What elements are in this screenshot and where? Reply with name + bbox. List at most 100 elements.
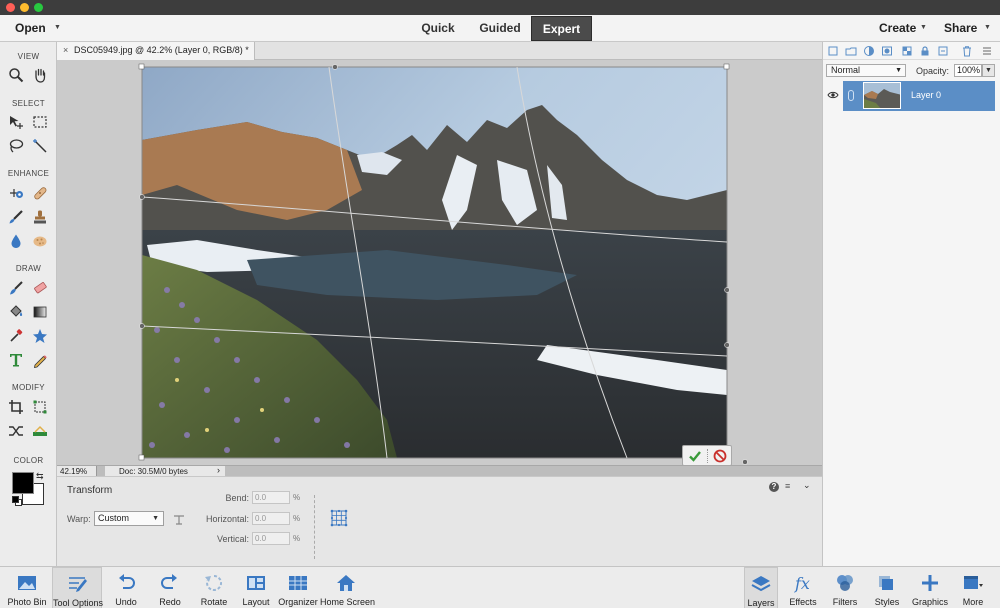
share-button[interactable]: Share: [944, 21, 977, 35]
section-label-color: COLOR: [13, 456, 44, 465]
default-colors-icon[interactable]: [12, 496, 19, 503]
blend-mode-select[interactable]: Normal ▼: [826, 64, 906, 77]
layout-button[interactable]: Layout: [238, 567, 274, 608]
open-button[interactable]: Open: [15, 21, 46, 35]
sponge-tool[interactable]: [30, 231, 50, 251]
opacity-label: Opacity:: [916, 66, 950, 76]
landscape-photo: [142, 67, 727, 458]
zoom-window-button[interactable]: [34, 3, 43, 12]
smart-brush-tool[interactable]: [6, 207, 26, 227]
undo-button[interactable]: Undo: [106, 567, 146, 608]
eraser-tool[interactable]: [30, 278, 50, 298]
magic-wand-icon: [33, 139, 47, 153]
layer-options-icon[interactable]: [937, 45, 949, 57]
warp-orientation-icon[interactable]: [172, 512, 186, 526]
graphics-button[interactable]: Graphics: [910, 567, 950, 608]
foreground-color-swatch[interactable]: [12, 472, 34, 494]
close-document-icon[interactable]: ×: [63, 45, 68, 55]
hand-tool[interactable]: [30, 65, 50, 85]
styles-button[interactable]: Styles: [870, 567, 904, 608]
layers-button[interactable]: Layers: [744, 567, 778, 608]
panel-menu-icon[interactable]: ≡: [785, 481, 790, 491]
layer-mask-icon[interactable]: [881, 45, 893, 57]
document-tab[interactable]: × DSC05949.jpg @ 42.2% (Layer 0, RGB/8) …: [57, 42, 255, 60]
transform-commit-box: [682, 445, 732, 466]
brush-tool[interactable]: [6, 278, 26, 298]
more-button[interactable]: More: [956, 567, 990, 608]
panel-menu-icon[interactable]: [981, 45, 993, 57]
zoom-tool[interactable]: [6, 65, 26, 85]
organizer-button[interactable]: Organizer: [277, 567, 319, 608]
recompose-icon: [33, 400, 47, 414]
trash-icon[interactable]: [961, 45, 973, 57]
bend-label: Bend:: [225, 493, 249, 503]
tab-quick[interactable]: Quick: [410, 16, 466, 41]
new-layer-icon[interactable]: [827, 45, 839, 57]
custom-shape-tool[interactable]: [30, 326, 50, 346]
more-icon: [964, 576, 983, 589]
horizontal-field[interactable]: 0.0: [252, 512, 290, 525]
horizontal-unit: %: [293, 514, 301, 523]
tab-expert[interactable]: Expert: [531, 16, 592, 41]
eyedropper-tool[interactable]: [6, 326, 26, 346]
warp-grid-toggle-icon[interactable]: [330, 509, 348, 527]
move-arrows-icon: [10, 116, 23, 129]
crop-tool[interactable]: [6, 397, 26, 417]
lasso-tool[interactable]: [6, 136, 26, 156]
vertical-field[interactable]: 0.0: [252, 532, 290, 545]
home-screen-button[interactable]: Home Screen: [320, 567, 375, 608]
marquee-tool[interactable]: [30, 112, 50, 132]
lock-icon[interactable]: [919, 45, 931, 57]
tool-options-button[interactable]: Tool Options: [52, 567, 103, 608]
bend-field[interactable]: 0.0: [252, 491, 290, 504]
status-menu-chevron-icon[interactable]: ›: [217, 465, 220, 475]
create-caret-icon[interactable]: ▼: [920, 24, 927, 31]
layer-row[interactable]: Layer 0: [843, 81, 995, 111]
create-button[interactable]: Create: [879, 21, 916, 35]
straighten-tool[interactable]: [30, 421, 50, 441]
redo-button[interactable]: Redo: [150, 567, 190, 608]
swap-colors-icon[interactable]: ⇆: [36, 471, 44, 482]
opacity-dropdown-button[interactable]: ▼: [982, 64, 995, 77]
share-caret-icon[interactable]: ▼: [984, 24, 991, 31]
recompose-tool[interactable]: [30, 397, 50, 417]
cancel-transform-icon[interactable]: [713, 449, 727, 463]
image-canvas[interactable]: [57, 60, 822, 465]
rotate-button[interactable]: Rotate: [193, 567, 235, 608]
gradient-icon: [33, 306, 47, 318]
tab-guided[interactable]: Guided: [470, 16, 530, 41]
open-caret-icon[interactable]: ▼: [54, 24, 61, 31]
layers-toolbar: [823, 42, 1000, 60]
content-aware-move-tool[interactable]: [6, 421, 26, 441]
pencil-tool[interactable]: [30, 350, 50, 370]
collapse-panel-chevron-icon[interactable]: ⌄: [803, 480, 811, 491]
photo-bin-label: Photo Bin: [7, 597, 47, 607]
opacity-field[interactable]: 100%: [954, 64, 982, 77]
blur-tool[interactable]: [6, 231, 26, 251]
section-label-modify: MODIFY: [12, 383, 45, 392]
rotate-label: Rotate: [200, 597, 228, 607]
layer-visibility-eye-icon[interactable]: [827, 90, 839, 100]
window-title-bar: [0, 0, 1000, 15]
effects-button[interactable]: fx Effects: [786, 567, 820, 608]
filters-button[interactable]: Filters: [828, 567, 862, 608]
help-icon[interactable]: ?: [769, 482, 779, 492]
red-eye-tool[interactable]: [6, 183, 26, 203]
paint-bucket-tool[interactable]: [6, 302, 26, 322]
move-tool[interactable]: [6, 112, 26, 132]
commit-check-icon[interactable]: [688, 449, 702, 463]
minimize-window-button[interactable]: [20, 3, 29, 12]
clone-stamp-tool[interactable]: [30, 207, 50, 227]
new-group-icon[interactable]: [845, 45, 857, 57]
magic-wand-tool[interactable]: [30, 136, 50, 156]
tool-options-icon: [69, 577, 87, 592]
warp-select[interactable]: Custom ▼: [94, 511, 164, 526]
gradient-tool[interactable]: [30, 302, 50, 322]
adjustment-layer-icon[interactable]: [863, 45, 875, 57]
type-tool[interactable]: [6, 350, 26, 370]
lock-transparent-icon[interactable]: [901, 45, 913, 57]
close-window-button[interactable]: [6, 3, 15, 12]
photo-bin-button[interactable]: Photo Bin: [4, 567, 50, 608]
layers-panel: Normal ▼ Opacity: 100% ▼ Layer 0: [822, 42, 1000, 566]
spot-healing-tool[interactable]: [30, 183, 50, 203]
